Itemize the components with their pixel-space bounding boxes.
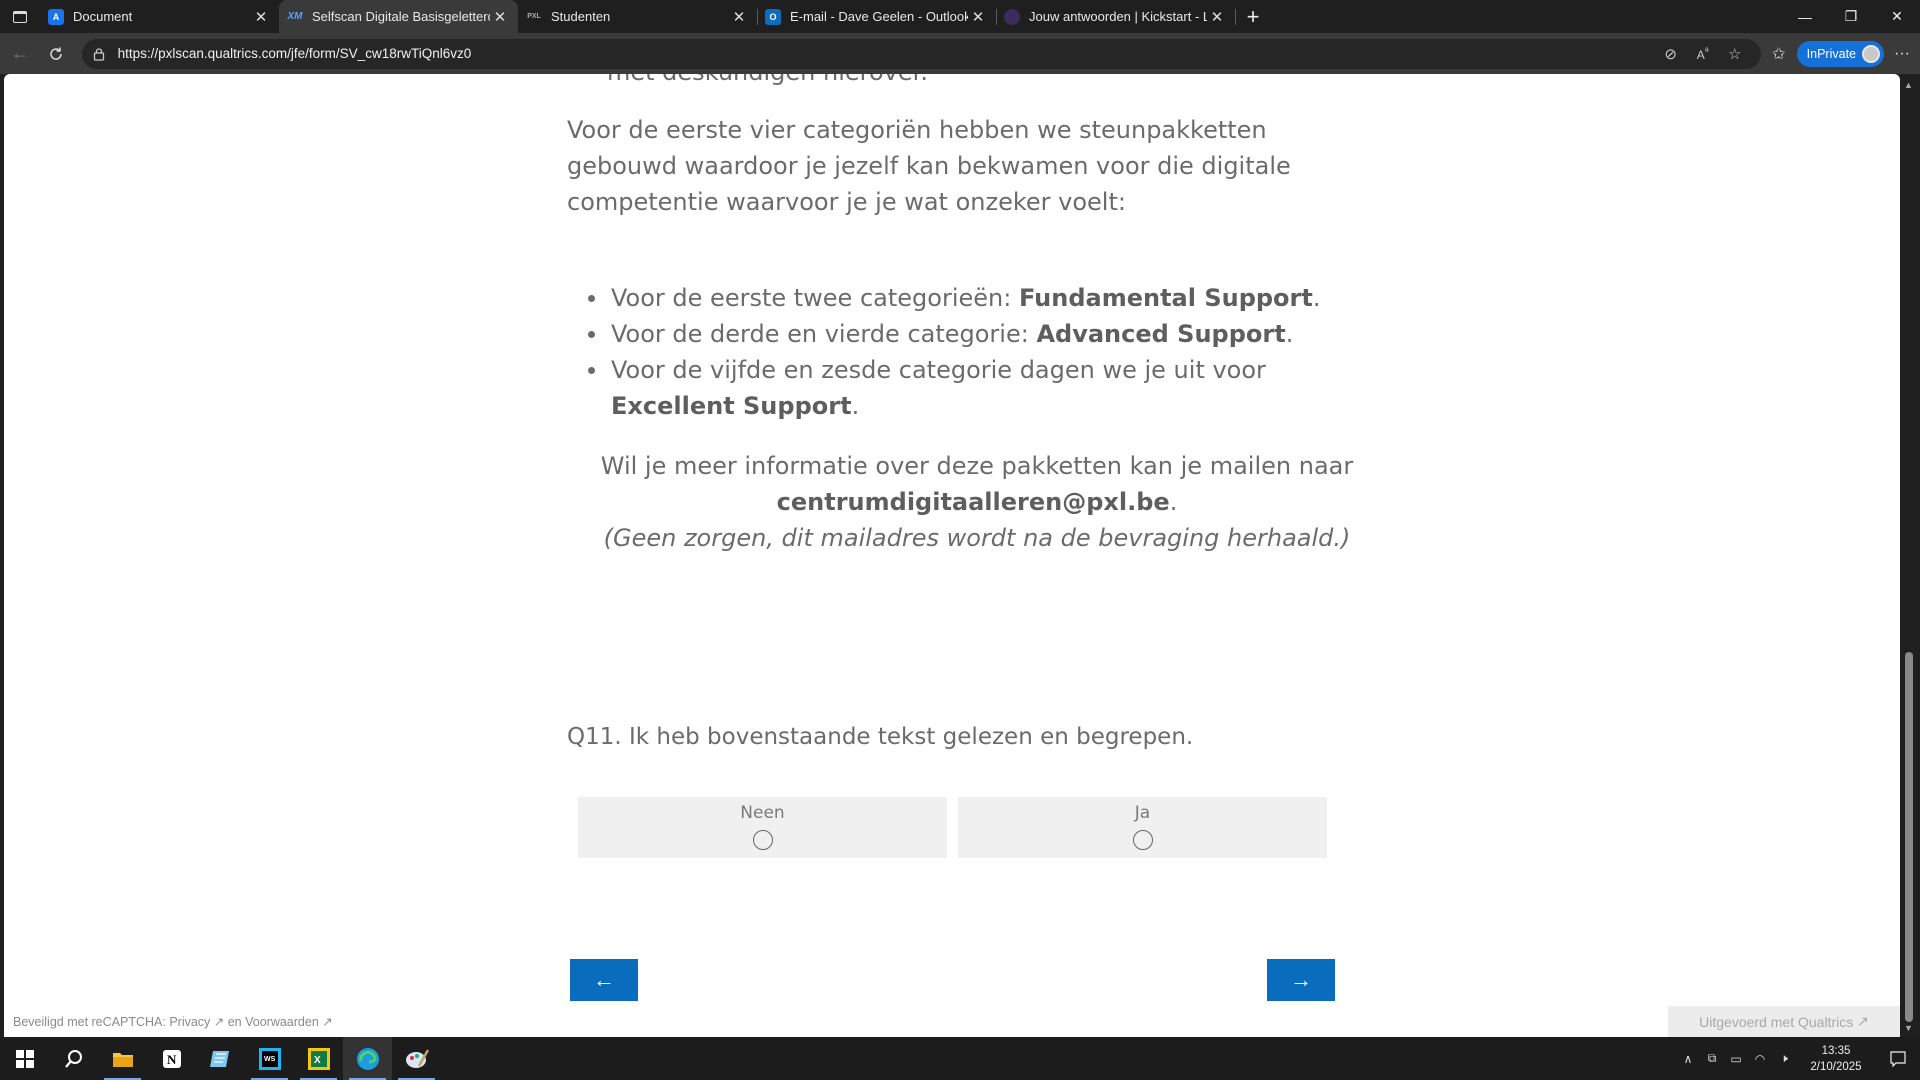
qualtrics-xm-icon: XM	[287, 11, 303, 22]
list-item: Voor de derde en vierde categorie: Advan…	[567, 316, 1347, 352]
battery-icon[interactable]: ▭	[1724, 1052, 1748, 1066]
question-q11: Q11. Ik heb bovenstaande tekst gelezen e…	[567, 724, 1194, 750]
recaptcha-notice: Beveiligd met reCAPTCHA: Privacy ↗ en Vo…	[13, 1015, 333, 1029]
avatar	[1862, 44, 1881, 63]
minimize-icon[interactable]: —	[1782, 0, 1828, 33]
clock[interactable]: 13:35 2/10/2025	[1796, 1043, 1876, 1075]
chevron-up-icon[interactable]: ∧	[1676, 1052, 1700, 1066]
windows-start-icon[interactable]	[0, 1037, 49, 1080]
close-tab-icon[interactable]: ✕	[251, 8, 271, 26]
lock-icon[interactable]	[92, 47, 106, 61]
tab-outlook[interactable]: O E-mail - Dave Geelen - Outlook ✕	[757, 0, 997, 33]
edge-browser-icon[interactable]	[343, 1037, 392, 1080]
page-scrollbar[interactable]: ▲ ▼	[1900, 74, 1920, 1037]
favorites-icon[interactable]: ✩	[1761, 44, 1797, 64]
clock-date: 2/10/2025	[1810, 1060, 1862, 1073]
paint-app-icon[interactable]	[392, 1037, 441, 1080]
refresh-icon[interactable]	[40, 38, 72, 70]
more-options-icon[interactable]: ···	[1884, 45, 1920, 63]
choice-neen[interactable]: Neen	[578, 797, 947, 858]
scroll-up-icon[interactable]: ▲	[1904, 80, 1913, 90]
choice-label: Ja	[1134, 803, 1151, 823]
tab-strip: A Document ✕ XM Selfscan Digitale Basisg…	[0, 0, 1920, 33]
external-link-icon: ↗	[210, 1015, 225, 1029]
back-button[interactable]: ←	[570, 959, 638, 1001]
windows-taskbar: N WS X ∧ ⧉ ▭ ◠ 🕨 13:35 2/10/2025	[0, 1037, 1920, 1080]
tab-document[interactable]: A Document ✕	[40, 0, 280, 33]
terms-link[interactable]: Voorwaarden	[245, 1015, 319, 1029]
close-tab-icon[interactable]: ✕	[968, 8, 988, 26]
list-item: Voor de eerste twee categorieën: Fundame…	[567, 280, 1347, 316]
inprivate-label: InPrivate	[1806, 46, 1857, 61]
radio-button[interactable]	[1132, 830, 1153, 850]
choice-ja[interactable]: Ja	[958, 797, 1327, 858]
new-tab-icon[interactable]: +	[1235, 0, 1271, 33]
outlook-favicon-icon: O	[765, 8, 781, 25]
svg-text:WS: WS	[264, 1056, 276, 1063]
back-icon[interactable]: ←	[4, 38, 36, 70]
close-window-icon[interactable]: ✕	[1874, 0, 1920, 33]
next-button[interactable]: →	[1267, 959, 1335, 1001]
intro-paragraph: Voor de eerste vier categoriën hebben we…	[567, 116, 1291, 216]
svg-text:N: N	[167, 1052, 177, 1067]
address-bar[interactable]: https://pxlscan.qualtrics.com/jfe/form/S…	[81, 38, 1761, 69]
privacy-link[interactable]: Privacy	[169, 1015, 210, 1029]
powered-by-qualtrics-link[interactable]: Uitgevoerd met Qualtrics ↗	[1668, 1006, 1900, 1037]
tab-studenten[interactable]: PXL Studenten ✕	[518, 0, 758, 33]
clock-time: 13:35	[1821, 1044, 1851, 1057]
webstorm-icon[interactable]: WS	[245, 1037, 294, 1080]
excel-tool-icon[interactable]: X	[294, 1037, 343, 1080]
tab-title: Document	[73, 9, 133, 24]
tab-title: Studenten	[551, 9, 611, 24]
notifications-icon[interactable]	[1876, 1050, 1920, 1067]
previous-text-fragment: met deskundigen hierover.	[607, 74, 928, 86]
mail-line: Wil je meer informatie over deze pakkett…	[600, 452, 1354, 480]
tab-actions-icon[interactable]	[0, 0, 40, 33]
wifi-icon[interactable]: ◠	[1748, 1052, 1772, 1066]
browser-toolbar: ← https://pxlscan.qualtrics.com/jfe/form…	[0, 33, 1920, 74]
kickstart-favicon-icon	[1004, 8, 1020, 25]
tab-title: E-mail - Dave Geelen - Outlook	[790, 9, 968, 24]
restore-icon[interactable]: ❐	[1828, 0, 1874, 33]
meet-now-icon[interactable]: ⧉	[1700, 1051, 1724, 1066]
mail-note: (Geen zorgen, dit mailadres wordt na de …	[603, 524, 1351, 552]
mail-info: Wil je meer informatie over deze pakkett…	[567, 448, 1387, 556]
tracking-prevention-icon[interactable]: ⊘	[1655, 45, 1687, 63]
email-address: centrumdigitaalleren@pxl.be	[776, 488, 1170, 516]
survey-page: met deskundigen hierover. Voor de eerste…	[4, 74, 1900, 1037]
list-item: Voor de vijfde en zesde categorie dagen …	[567, 352, 1347, 424]
search-icon[interactable]	[49, 1037, 98, 1080]
inprivate-badge[interactable]: InPrivate	[1796, 40, 1885, 67]
support-list: Voor de eerste twee categorieën: Fundame…	[567, 280, 1347, 424]
pxl-favicon-icon: PXL	[527, 13, 541, 20]
external-link-icon: ↗	[318, 1015, 333, 1029]
close-tab-icon[interactable]: ✕	[1207, 8, 1227, 26]
tab-selfscan[interactable]: XM Selfscan Digitale Basisgeletterdhe ✕	[279, 0, 518, 33]
volume-muted-icon[interactable]: 🕨	[1772, 1051, 1796, 1066]
document-favicon-icon: A	[48, 8, 64, 25]
notion-icon[interactable]: N	[147, 1037, 196, 1080]
choice-label: Neen	[740, 803, 785, 823]
favorite-star-icon[interactable]: ☆	[1719, 45, 1751, 63]
tab-title: Selfscan Digitale Basisgeletterdhe	[312, 9, 490, 24]
external-link-icon: ↗	[1853, 1013, 1869, 1029]
svg-text:X: X	[314, 1055, 321, 1066]
tab-title: Jouw antwoorden | Kickstart - Len	[1029, 9, 1207, 24]
tab-kickstart[interactable]: Jouw antwoorden | Kickstart - Len ✕	[996, 0, 1236, 33]
file-explorer-icon[interactable]	[98, 1037, 147, 1080]
scroll-down-icon[interactable]: ▼	[1904, 1023, 1913, 1033]
window-controls: — ❐ ✕	[1782, 0, 1920, 33]
close-tab-icon[interactable]: ✕	[729, 8, 749, 26]
close-tab-icon[interactable]: ✕	[490, 8, 510, 26]
scrollbar-thumb[interactable]	[1905, 652, 1913, 1022]
system-tray: ∧ ⧉ ▭ ◠ 🕨 13:35 2/10/2025	[1676, 1037, 1920, 1080]
url-text[interactable]: https://pxlscan.qualtrics.com/jfe/form/S…	[118, 46, 1655, 61]
radio-button[interactable]	[752, 830, 773, 850]
read-aloud-icon[interactable]: Aᵃ	[1687, 46, 1719, 62]
notes-app-icon[interactable]	[196, 1037, 245, 1080]
